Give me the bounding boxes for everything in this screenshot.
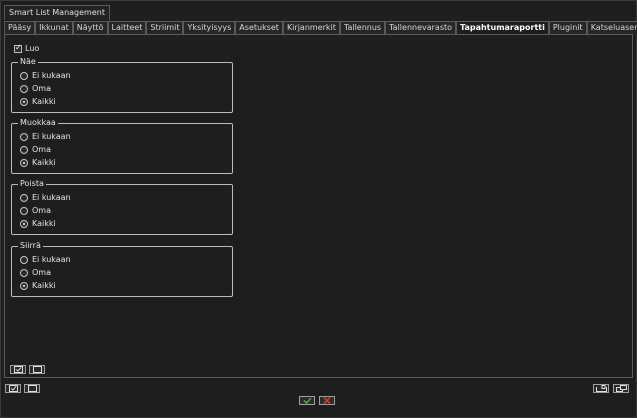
select-none-button[interactable] [29,365,45,374]
radio-button[interactable] [20,269,28,277]
tab-tallennevarasto[interactable]: Tallennevarasto [385,21,457,34]
tab-laitteet[interactable]: Laitteet [107,21,147,34]
group-siirra: Siirrä Ei kukaan Oma Kaikki [11,241,233,297]
window-title: Smart List Management [4,5,110,20]
radio-label: Kaikki [32,281,56,290]
group-poista: Poista Ei kukaan Oma Kaikki [11,179,233,235]
radio-label: Ei kukaan [32,255,71,264]
radio-button[interactable] [20,256,28,264]
radio-label: Oma [32,84,51,93]
dock-button[interactable] [593,384,609,393]
radio-label: Oma [32,145,51,154]
tab-ikkunat[interactable]: Ikkunat [35,21,73,34]
smart-list-window: Smart List Management Pääsy Ikkunat Näyt… [0,0,637,418]
group-legend: Siirrä [18,241,43,251]
radio-label: Ei kukaan [32,193,71,202]
radio-button[interactable] [20,146,28,154]
tab-kirjanmerkit[interactable]: Kirjanmerkit [282,21,340,34]
tab-pluginit[interactable]: Pluginit [548,21,587,34]
check-all-icon [13,366,23,373]
radio-button[interactable] [20,194,28,202]
tab-katseluasemat[interactable]: Katseluasemat [586,21,637,34]
select-none-button-bottom[interactable] [24,384,40,393]
radio-button[interactable] [20,72,28,80]
tab-naytto[interactable]: Näyttö [72,21,108,34]
uncheck-all-icon [32,366,42,373]
tab-paasy[interactable]: Pääsy [4,21,36,34]
radio-button[interactable] [20,85,28,93]
radio-label: Kaikki [32,158,56,167]
group-legend: Muokkaa [18,118,58,128]
ok-button[interactable] [299,396,315,405]
radio-label: Oma [32,206,51,215]
dock-icon [595,385,607,392]
radio-button-selected[interactable] [20,282,28,290]
radio-button[interactable] [20,133,28,141]
radio-button[interactable] [20,207,28,215]
radio-button-selected[interactable] [20,159,28,167]
checkmark-icon [302,397,312,404]
x-icon [323,397,331,404]
group-legend: Poista [18,179,46,189]
group-nae: Näe Ei kukaan Oma Kaikki [11,57,233,113]
group-legend: Näe [18,57,38,67]
luo-checkbox[interactable] [14,43,22,53]
radio-label: Ei kukaan [32,132,71,141]
radio-button-selected[interactable] [20,220,28,228]
group-muokkaa: Muokkaa Ei kukaan Oma Kaikki [11,118,233,174]
tab-yksityisyys[interactable]: Yksityisyys [183,21,236,34]
tab-striimit[interactable]: Striimit [146,21,184,34]
radio-button-selected[interactable] [20,98,28,106]
tab-bar: Pääsy Ikkunat Näyttö Laitteet Striimit Y… [4,21,637,35]
tab-tallennus[interactable]: Tallennus [339,21,386,34]
select-all-button-bottom[interactable] [5,384,21,393]
select-all-button[interactable] [10,365,26,374]
radio-label: Kaikki [32,97,56,106]
tab-tapahtumaraportti[interactable]: Tapahtumaraportti [456,21,549,35]
tab-panel: Luo Näe Ei kukaan Oma Kaikki Muokkaa Ei [4,34,633,378]
cancel-button[interactable] [319,396,335,405]
undock-icon [615,385,627,392]
luo-label: Luo [25,44,40,53]
undock-button[interactable] [613,384,629,393]
radio-label: Ei kukaan [32,71,71,80]
tab-asetukset[interactable]: Asetukset [235,21,283,34]
radio-label: Kaikki [32,219,56,228]
uncheck-all-icon [27,385,37,392]
check-all-icon [8,385,18,392]
radio-label: Oma [32,268,51,277]
